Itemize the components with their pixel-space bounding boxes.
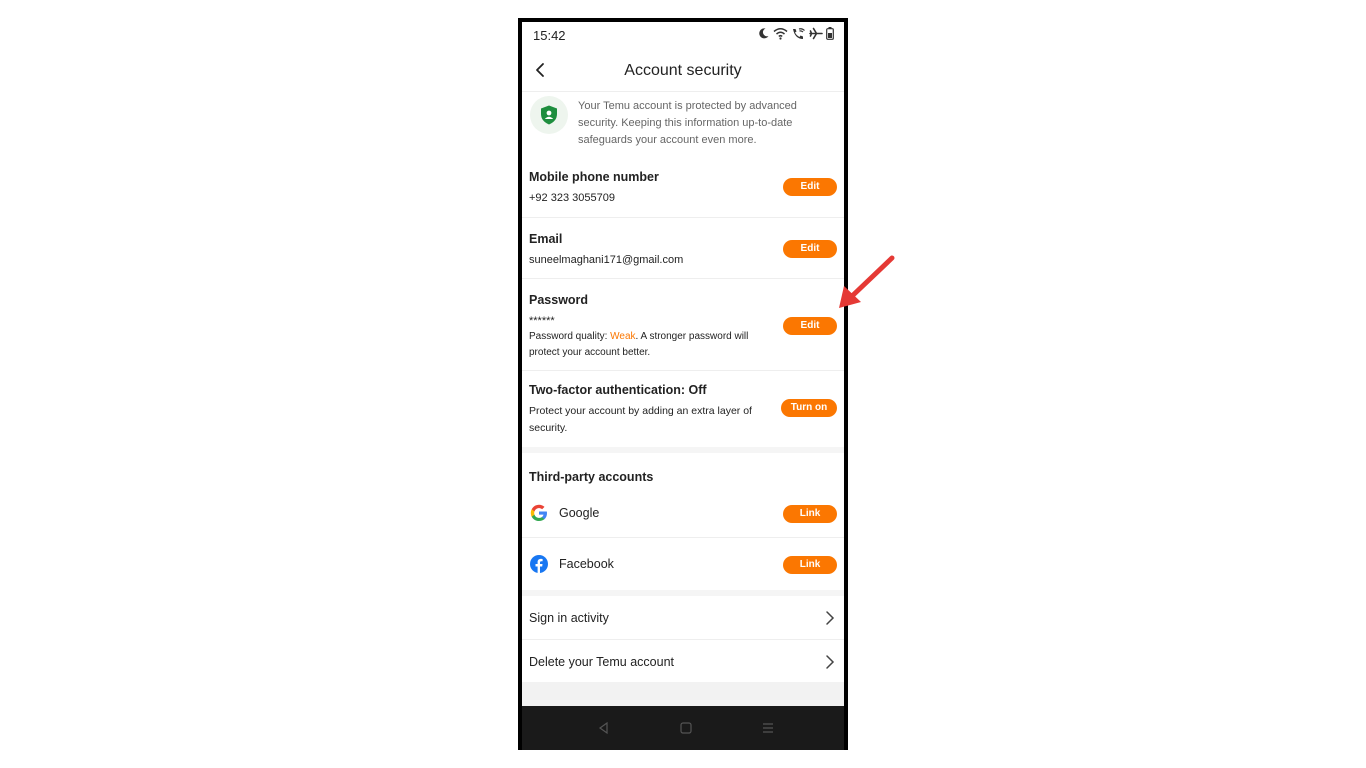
status-time: 15:42 (533, 28, 566, 43)
edit-phone-button[interactable]: Edit (783, 178, 837, 196)
battery-icon (826, 27, 834, 40)
security-notice: Your Temu account is protected by advanc… (530, 96, 836, 156)
status-bar: 15:42 (522, 22, 844, 48)
two-factor-title: Two-factor authentication: Off (529, 383, 707, 397)
mobile-phone-row: Mobile phone number +92 323 3055709 Edit (522, 156, 844, 218)
facebook-label: Facebook (559, 557, 614, 571)
annotation-arrow-icon (839, 255, 895, 308)
email-value: suneelmaghani171@gmail.com (529, 254, 684, 266)
password-quality-weak: Weak (610, 331, 636, 342)
moon-icon (757, 27, 770, 40)
edit-password-button[interactable]: Edit (783, 317, 837, 335)
facebook-icon (530, 555, 548, 573)
page-title: Account security (624, 62, 742, 79)
mobile-phone-value: +92 323 3055709 (529, 192, 615, 204)
facebook-account-row: Facebook Link (522, 539, 844, 589)
two-factor-desc: Protect your account by adding an extra … (529, 405, 752, 434)
password-quality-prefix: Password quality: (529, 331, 611, 342)
delete-account-label: Delete your Temu account (529, 655, 674, 669)
chevron-right-icon (826, 611, 835, 625)
bottom-spacer (522, 682, 844, 706)
back-triangle-icon[interactable] (595, 719, 613, 737)
sign-in-activity-label: Sign in activity (529, 611, 609, 625)
wifi-icon (773, 27, 788, 40)
airplane-icon (809, 27, 823, 40)
shield-user-icon (530, 96, 568, 134)
two-factor-row: Two-factor authentication: Off Protect y… (522, 371, 844, 447)
password-quality-text: Password quality: Weak. A stronger passw… (529, 329, 771, 361)
google-account-row: Google Link (522, 488, 844, 538)
system-nav-bar (522, 706, 844, 750)
google-label: Google (559, 506, 600, 520)
third-party-title: Third-party accounts (529, 470, 654, 484)
password-title: Password (529, 293, 589, 307)
password-row: Password ****** Password quality: Weak. … (522, 279, 844, 371)
google-icon (530, 504, 548, 522)
security-notice-text: Your Temu account is protected by advanc… (578, 100, 797, 146)
turn-on-2fa-button[interactable]: Turn on (781, 399, 837, 417)
delete-account-row[interactable]: Delete your Temu account (522, 640, 844, 684)
wifi-calling-icon (791, 27, 806, 40)
phone-screen: 15:42 Account security Your Temu account… (522, 22, 844, 706)
phone-frame: 15:42 Account security Your Temu account… (518, 18, 848, 750)
password-value: ****** (529, 315, 555, 327)
status-icons (757, 27, 834, 40)
page-header: Account security (522, 48, 844, 92)
mobile-phone-title: Mobile phone number (529, 170, 659, 184)
chevron-right-icon (826, 655, 835, 669)
home-square-icon[interactable] (677, 719, 695, 737)
menu-icon[interactable] (759, 719, 777, 737)
email-title: Email (529, 232, 563, 246)
link-google-button[interactable]: Link (783, 505, 837, 523)
email-row: Email suneelmaghani171@gmail.com Edit (522, 218, 844, 279)
section-divider (522, 447, 844, 453)
link-facebook-button[interactable]: Link (783, 556, 837, 574)
sign-in-activity-row[interactable]: Sign in activity (522, 596, 844, 640)
edit-email-button[interactable]: Edit (783, 240, 837, 258)
